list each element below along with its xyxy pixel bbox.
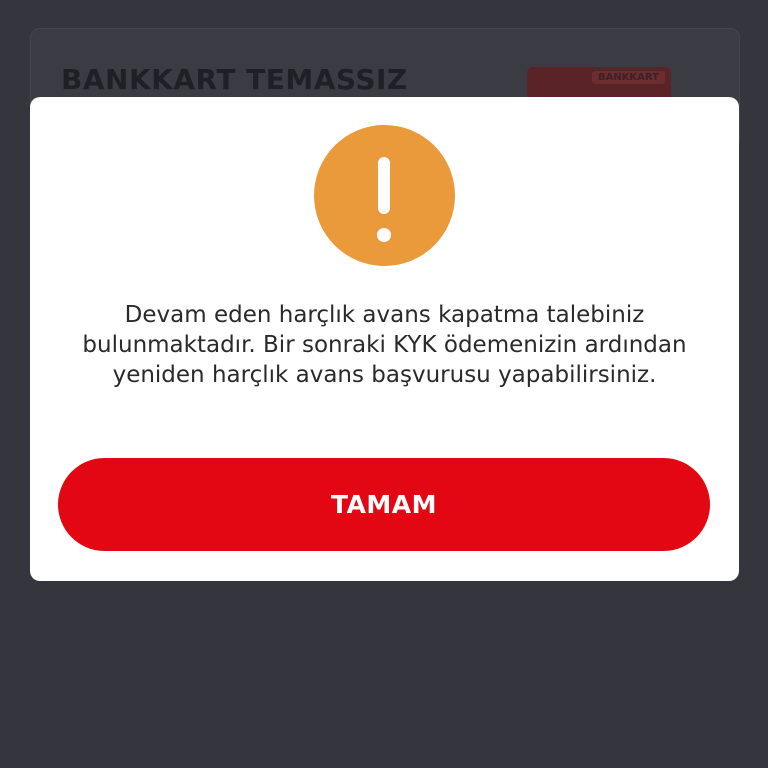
exclamation-icon [314, 125, 455, 266]
dialog-message: Devam eden harçlık avans kapatma talebin… [82, 302, 687, 388]
ok-button[interactable]: TAMAM [58, 458, 710, 551]
alert-dialog: Devam eden harçlık avans kapatma talebin… [30, 97, 739, 581]
card-image-label: BANKKART [591, 71, 665, 84]
background-card-title: BANKKART TEMASSIZ [61, 63, 408, 96]
exclamation-bar [378, 157, 390, 214]
app-screen: BANKKART TEMASSIZ BANKKART Devam eden ha… [0, 0, 768, 768]
exclamation-dot [377, 228, 391, 242]
